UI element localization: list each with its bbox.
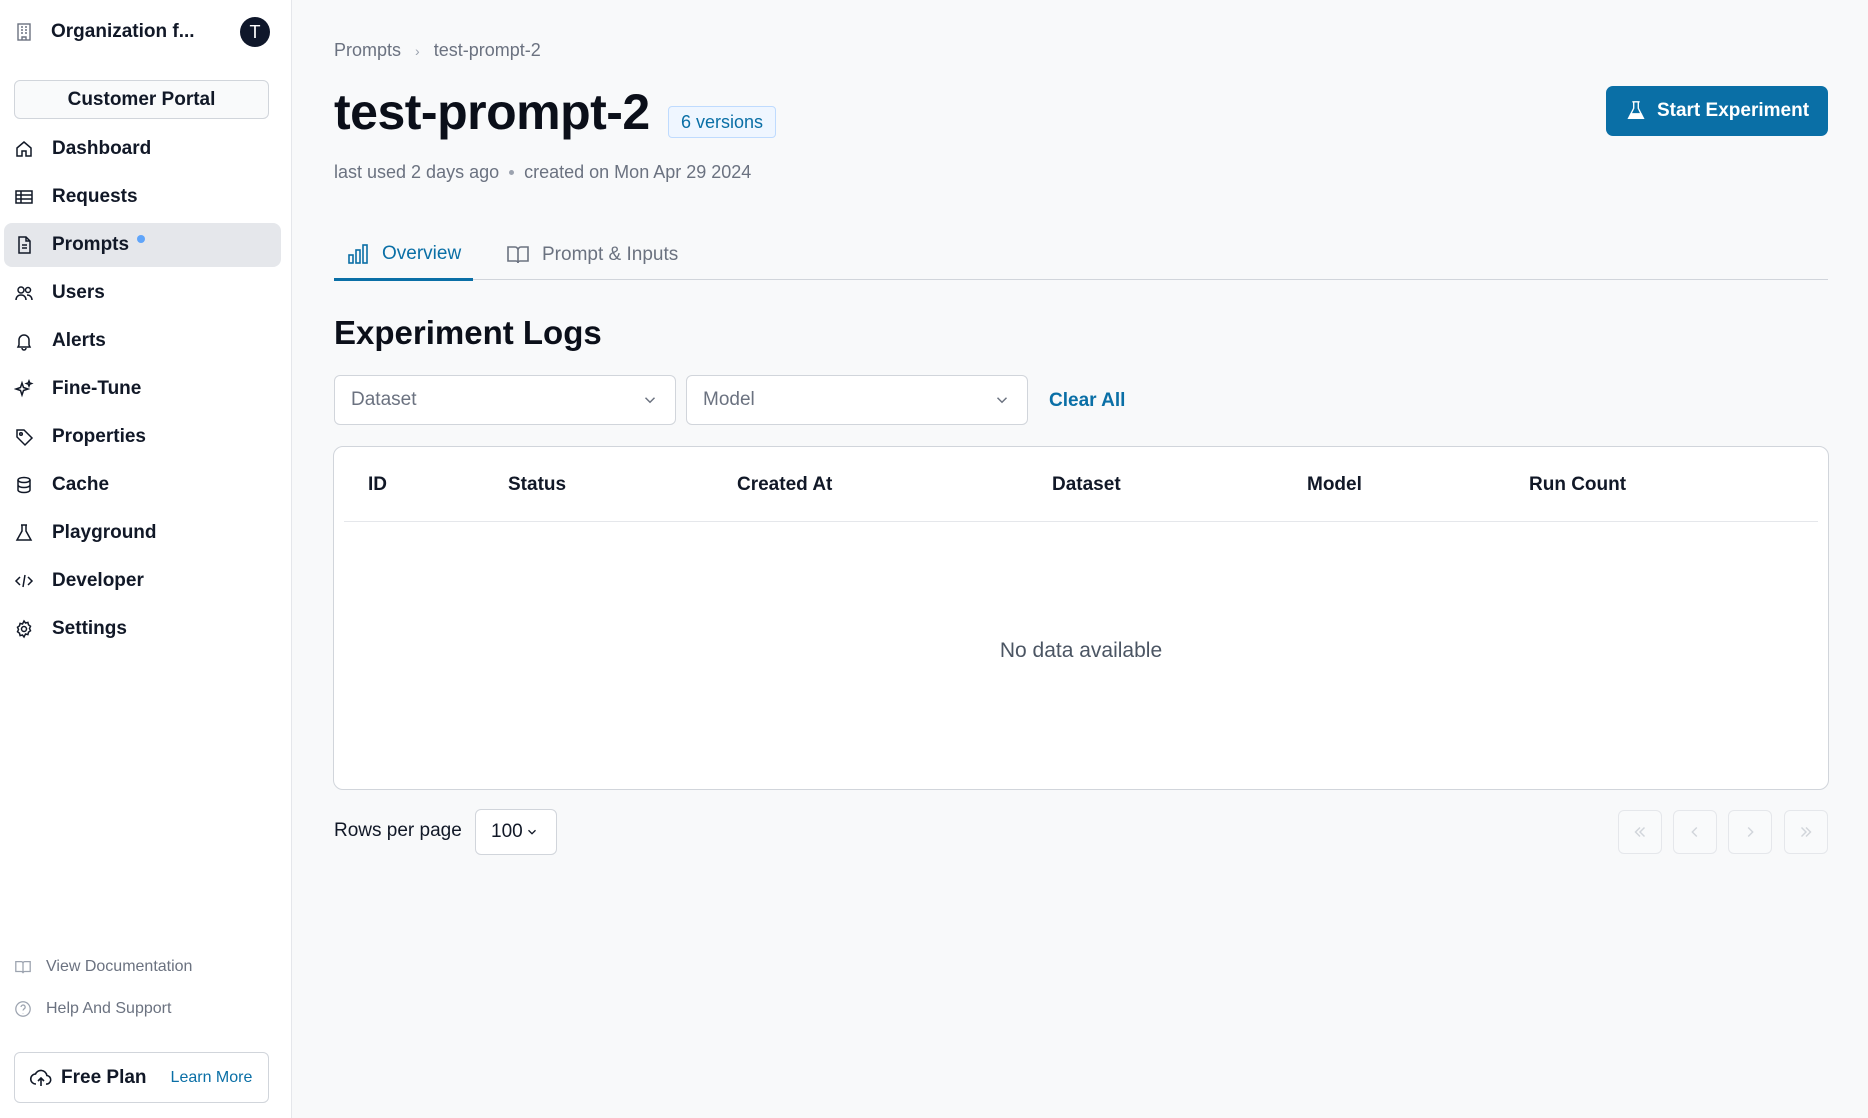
sidebar-item-prompts[interactable]: Prompts (4, 223, 281, 267)
building-icon (14, 22, 34, 42)
dataset-select-placeholder: Dataset (351, 389, 417, 410)
tag-icon (16, 429, 34, 447)
experiment-logs-title: Experiment Logs (334, 314, 602, 351)
next-page-button[interactable] (1728, 810, 1772, 854)
experiment-logs-table: ID Status Created At Dataset Model Run C… (333, 446, 1829, 790)
org-name: Organization f... (51, 21, 195, 42)
sidebar-item-label: Properties (52, 426, 146, 447)
tab-bar: Overview Prompt & Inputs (334, 230, 1828, 281)
help-support-label: Help And Support (46, 1000, 172, 1017)
sidebar-item-settings[interactable]: Settings (4, 607, 281, 651)
versions-badge[interactable]: 6 versions (668, 106, 777, 138)
sidebar-item-label: Developer (52, 570, 144, 591)
sidebar-item-cache[interactable]: Cache (4, 463, 281, 507)
sidebar-item-label: Users (52, 282, 105, 303)
chevron-down-icon (527, 829, 536, 835)
document-icon (18, 236, 31, 254)
bell-icon (16, 334, 32, 351)
sparkles-icon (14, 379, 34, 398)
customer-portal-button[interactable]: Customer Portal (14, 80, 269, 119)
separator-dot (509, 170, 515, 175)
table-header: ID Status Created At Dataset Model Run C… (344, 447, 1818, 522)
chevron-down-icon (996, 397, 1008, 404)
clear-all-button[interactable]: Clear All (1049, 390, 1125, 412)
cloud-upload-icon (29, 1069, 52, 1086)
beaker-icon (1627, 101, 1645, 120)
tab-overview-label: Overview (382, 243, 462, 264)
help-support-link[interactable]: Help And Support (14, 997, 171, 1021)
plan-box: Free Plan Learn More (14, 1052, 269, 1103)
column-header-status[interactable]: Status (508, 474, 566, 496)
book-icon (15, 960, 31, 974)
dataset-select[interactable]: Dataset (334, 375, 676, 425)
view-documentation-link[interactable]: View Documentation (14, 955, 192, 979)
sidebar-item-label: Requests (52, 186, 138, 207)
gear-icon (16, 619, 32, 639)
sidebar-item-requests[interactable]: Requests (4, 175, 281, 219)
created-text: created on Mon Apr 29 2024 (524, 162, 752, 182)
column-header-run-count[interactable]: Run Count (1529, 474, 1626, 496)
table-icon (15, 190, 33, 204)
start-experiment-label: Start Experiment (1656, 100, 1810, 121)
tab-prompt-inputs[interactable]: Prompt & Inputs (506, 230, 678, 280)
avatar[interactable]: T (240, 17, 270, 47)
home-icon (16, 141, 32, 157)
rows-per-page-label: Rows per page (334, 820, 462, 841)
bar-chart-icon (348, 244, 368, 264)
rows-per-page-select[interactable]: 100 (475, 809, 557, 855)
sidebar-item-label: Alerts (52, 330, 106, 351)
breadcrumb-prompts[interactable]: Prompts (334, 40, 401, 61)
chevron-left-icon (1691, 826, 1698, 838)
users-icon (15, 286, 33, 301)
sidebar-item-label: Cache (52, 474, 110, 495)
sidebar-item-label: Prompts (52, 234, 130, 255)
sidebar-item-playground[interactable]: Playground (4, 511, 281, 555)
column-header-dataset[interactable]: Dataset (1052, 474, 1121, 496)
sidebar-item-developer[interactable]: Developer (4, 559, 281, 603)
chevrons-left-icon (1634, 826, 1646, 838)
page-title: test-prompt-2 (334, 84, 650, 140)
chevron-down-icon (644, 397, 656, 404)
sidebar-item-label: Dashboard (52, 138, 152, 159)
last-page-button[interactable] (1784, 810, 1828, 854)
sidebar-item-label: Settings (52, 618, 127, 639)
chevron-right-icon (1747, 826, 1754, 838)
column-header-created-at[interactable]: Created At (737, 474, 832, 496)
chevron-right-icon: › (415, 42, 420, 59)
breadcrumb-current: test-prompt-2 (433, 40, 541, 60)
first-page-button[interactable] (1618, 810, 1662, 854)
breadcrumb: Prompts › test-prompt-2 (334, 40, 541, 61)
book-open-icon (507, 246, 529, 264)
sidebar: Organization f... T Customer Portal Dash… (0, 0, 292, 1118)
column-header-id[interactable]: ID (368, 474, 387, 496)
chevrons-right-icon (1800, 826, 1812, 838)
previous-page-button[interactable] (1673, 810, 1717, 854)
database-icon (17, 476, 31, 494)
sidebar-item-users[interactable]: Users (4, 271, 281, 315)
sidebar-item-label: Playground (52, 522, 157, 543)
notification-dot (137, 235, 146, 243)
prompt-meta: last used 2 days ago created on Mon Apr … (334, 162, 751, 183)
sidebar-item-properties[interactable]: Properties (4, 415, 281, 459)
sidebar-item-alerts[interactable]: Alerts (4, 319, 281, 363)
model-select[interactable]: Model (686, 375, 1028, 425)
tab-prompt-inputs-label: Prompt & Inputs (542, 244, 679, 265)
sidebar-nav: Dashboard Requests Prompts Users Alerts … (4, 127, 281, 655)
sidebar-item-label: Fine-Tune (52, 378, 142, 399)
view-documentation-label: View Documentation (46, 958, 193, 975)
tab-overview[interactable]: Overview (334, 230, 473, 281)
sidebar-item-dashboard[interactable]: Dashboard (4, 127, 281, 171)
empty-state-text: No data available (999, 639, 1163, 662)
learn-more-link[interactable]: Learn More (171, 1069, 253, 1087)
rows-per-page-value: 100 (491, 821, 523, 842)
question-circle-icon (15, 1001, 31, 1017)
code-icon (14, 574, 34, 588)
model-select-placeholder: Model (703, 389, 755, 410)
start-experiment-button[interactable]: Start Experiment (1606, 86, 1828, 136)
beaker-icon (15, 524, 33, 541)
column-header-model[interactable]: Model (1307, 474, 1362, 496)
plan-name: Free Plan (61, 1066, 147, 1088)
sidebar-item-fine-tune[interactable]: Fine-Tune (4, 367, 281, 411)
last-used-text: last used 2 days ago (334, 162, 500, 182)
